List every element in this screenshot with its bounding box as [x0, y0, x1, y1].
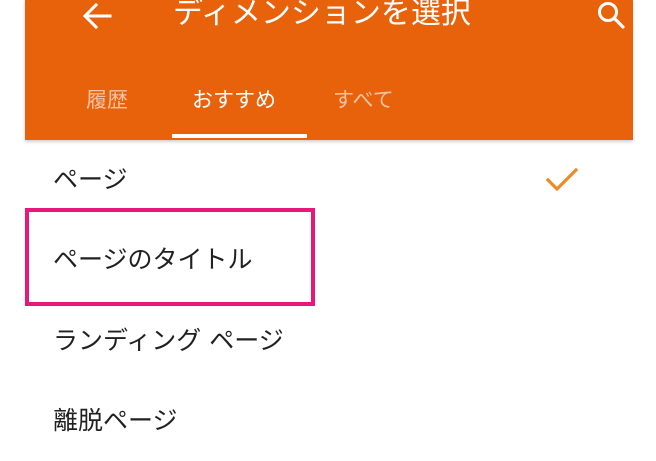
search-icon [598, 2, 625, 29]
list-item-label: ページ [53, 165, 128, 194]
list-item-page-title[interactable]: ページのタイトル [25, 220, 633, 300]
back-button[interactable] [77, 0, 117, 32]
list-item-page[interactable]: ページ [25, 140, 633, 220]
tab-all[interactable]: すべて [333, 84, 394, 116]
list-item-exit-page[interactable]: 離脱ページ [25, 381, 633, 461]
app-bar: ディメンションを選択 履歴 おすすめ すべて [25, 0, 633, 140]
tab-indicator [172, 134, 307, 138]
tab-recommended[interactable]: おすすめ [192, 84, 276, 116]
list-item-label: ランディング ページ [53, 326, 284, 355]
arrow-back-icon [82, 3, 112, 29]
tab-history[interactable]: 履歴 [86, 84, 128, 116]
list-item-label: 離脱ページ [53, 406, 178, 435]
page-title: ディメンションを選択 [173, 0, 471, 31]
list-item-landing-page[interactable]: ランディング ページ [25, 301, 633, 381]
search-button[interactable] [591, 0, 631, 32]
list-item-label: ページのタイトル [53, 245, 253, 274]
check-icon [545, 167, 579, 192]
